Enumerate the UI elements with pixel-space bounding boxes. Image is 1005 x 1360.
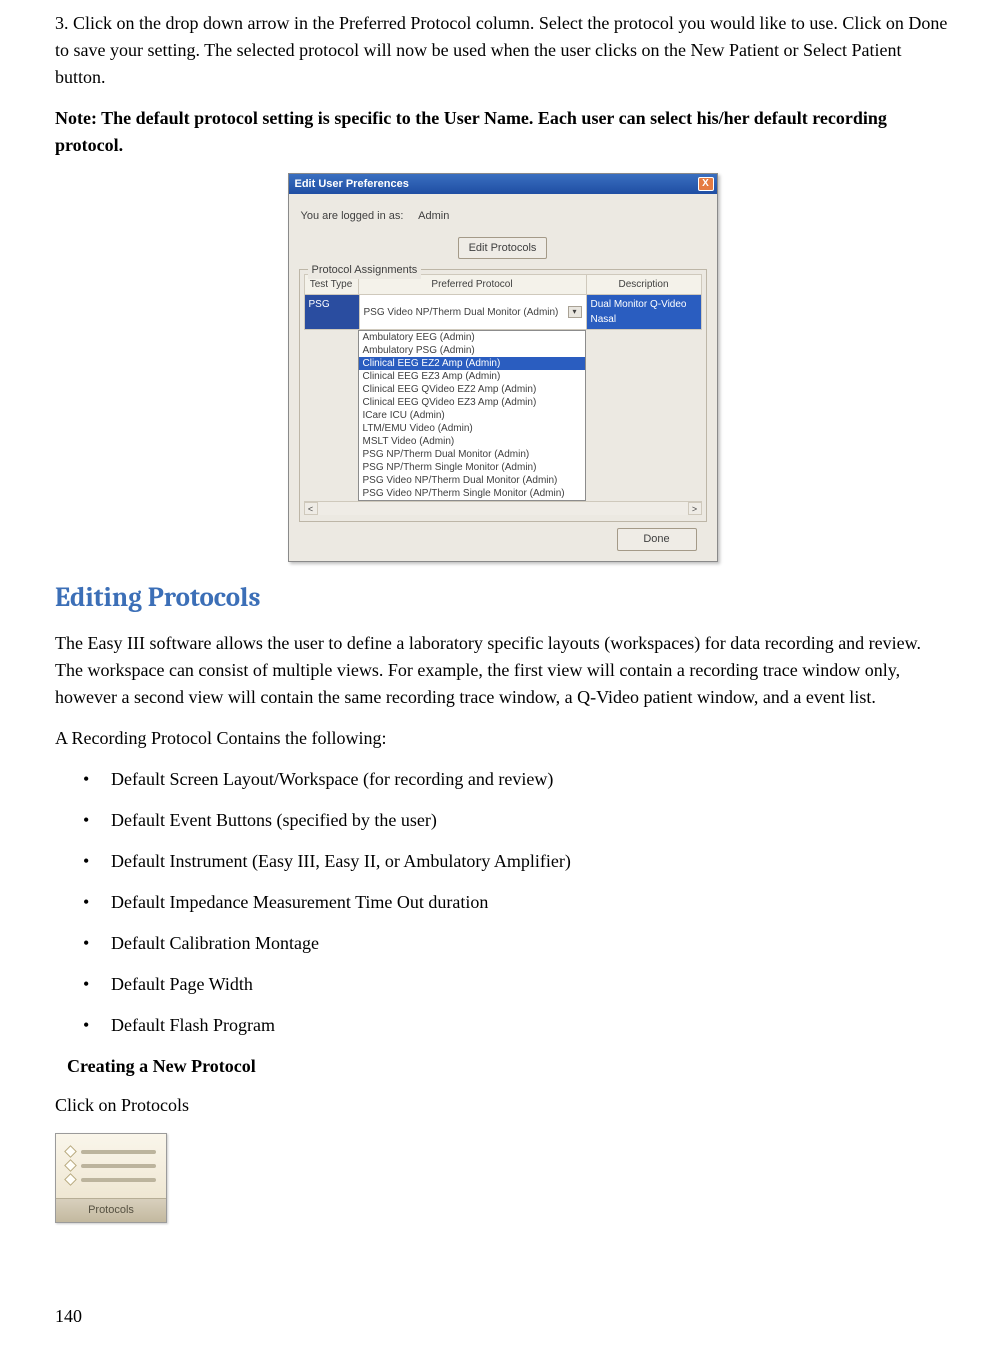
dropdown-list[interactable]: Ambulatory EEG (Admin)Ambulatory PSG (Ad…	[358, 330, 586, 501]
done-button[interactable]: Done	[617, 528, 697, 551]
edit-user-preferences-dialog: Edit User Preferences X You are logged i…	[288, 173, 718, 562]
list-item: Default Instrument (Easy III, Easy II, o…	[83, 848, 950, 875]
figure-protocols-button: Protocols	[55, 1133, 950, 1223]
scroll-right-icon[interactable]: >	[688, 502, 702, 515]
note-paragraph: Note: The default protocol setting is sp…	[55, 105, 950, 159]
list-item: Default Page Width	[83, 971, 950, 998]
list-item: Default Impedance Measurement Time Out d…	[83, 889, 950, 916]
close-icon[interactable]: X	[698, 177, 714, 191]
dropdown-option[interactable]: Clinical EEG QVideo EZ3 Amp (Admin)	[359, 396, 585, 409]
cell-test-type: PSG	[305, 295, 359, 329]
dropdown-option[interactable]: PSG Video NP/Therm Single Monitor (Admin…	[359, 487, 585, 500]
dropdown-option[interactable]: PSG NP/Therm Dual Monitor (Admin)	[359, 448, 585, 461]
edit-protocols-button[interactable]: Edit Protocols	[458, 237, 548, 260]
protocols-icon	[56, 1134, 166, 1198]
logged-in-label: You are logged in as:	[301, 210, 404, 222]
preferred-protocol-dropdown[interactable]: PSG Video NP/Therm Dual Monitor (Admin) …	[359, 295, 587, 329]
heading-editing-protocols: Editing Protocols	[55, 578, 950, 619]
paragraph: The Easy III software allows the user to…	[55, 630, 950, 711]
protocol-assignments-group: Protocol Assignments Test Type Preferred…	[299, 269, 707, 522]
paragraph: A Recording Protocol Contains the follow…	[55, 725, 950, 752]
logged-in-user: Admin	[418, 210, 449, 222]
dropdown-option[interactable]: Clinical EEG QVideo EZ2 Amp (Admin)	[359, 383, 585, 396]
horizontal-scrollbar[interactable]: < >	[304, 501, 702, 515]
list-item: Default Flash Program	[83, 1012, 950, 1039]
dropdown-selected-value: PSG Video NP/Therm Dual Monitor (Admin)	[364, 305, 559, 320]
list-item: Default Screen Layout/Workspace (for rec…	[83, 766, 950, 793]
dialog-title: Edit User Preferences	[295, 176, 409, 193]
step-text: Click on the drop down arrow in the Pref…	[55, 13, 947, 87]
scroll-left-icon[interactable]: <	[304, 502, 318, 515]
dropdown-option[interactable]: LTM/EMU Video (Admin)	[359, 422, 585, 435]
dialog-titlebar: Edit User Preferences X	[289, 174, 717, 194]
subheading-creating-new-protocol: Creating a New Protocol	[67, 1053, 950, 1080]
grid-row: PSG PSG Video NP/Therm Dual Monitor (Adm…	[304, 294, 702, 330]
cell-description: Dual Monitor Q-Video Nasal	[587, 295, 701, 329]
dropdown-option[interactable]: ICare ICU (Admin)	[359, 409, 585, 422]
dropdown-option[interactable]: Clinical EEG EZ3 Amp (Admin)	[359, 370, 585, 383]
fieldset-legend: Protocol Assignments	[308, 262, 422, 279]
ordered-step-3: 3. Click on the drop down arrow in the P…	[55, 10, 950, 91]
dropdown-option[interactable]: Clinical EEG EZ2 Amp (Admin)	[359, 357, 585, 370]
chevron-down-icon[interactable]: ▾	[568, 306, 582, 318]
dropdown-option[interactable]: Ambulatory EEG (Admin)	[359, 331, 585, 344]
list-item: Default Event Buttons (specified by the …	[83, 807, 950, 834]
logged-in-row: You are logged in as: Admin	[301, 208, 707, 225]
bullet-list: Default Screen Layout/Workspace (for rec…	[83, 766, 950, 1039]
paragraph: Click on Protocols	[55, 1092, 950, 1119]
dropdown-option[interactable]: PSG Video NP/Therm Dual Monitor (Admin)	[359, 474, 585, 487]
list-item: Default Calibration Montage	[83, 930, 950, 957]
page-number: 140	[55, 1303, 950, 1330]
dropdown-option[interactable]: MSLT Video (Admin)	[359, 435, 585, 448]
protocols-button-label: Protocols	[56, 1198, 166, 1222]
dropdown-option[interactable]: PSG NP/Therm Single Monitor (Admin)	[359, 461, 585, 474]
step-number: 3.	[55, 13, 69, 33]
dropdown-option[interactable]: Ambulatory PSG (Admin)	[359, 344, 585, 357]
protocols-button[interactable]: Protocols	[55, 1133, 167, 1223]
header-description: Description	[587, 275, 701, 294]
figure-edit-user-preferences: Edit User Preferences X You are logged i…	[55, 173, 950, 562]
